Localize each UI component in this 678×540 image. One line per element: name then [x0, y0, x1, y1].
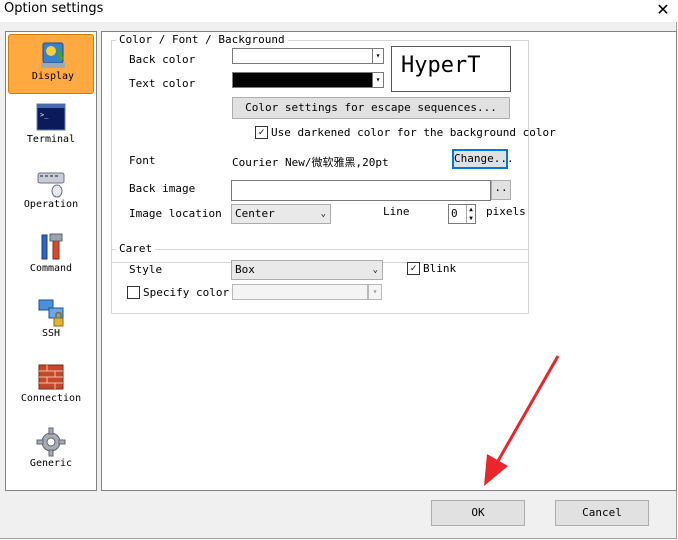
terminal-icon: >_: [36, 103, 66, 131]
sidebar-item-label: Connection: [20, 393, 82, 404]
check-icon: ✓: [258, 127, 265, 138]
sidebar-item-generic[interactable]: Generic: [7, 422, 95, 482]
back-image-input[interactable]: [231, 180, 491, 201]
font-preview: HyperT: [391, 46, 511, 92]
text-color-label: Text color: [129, 77, 196, 90]
darken-checkbox[interactable]: ✓: [255, 126, 268, 139]
ok-button[interactable]: OK: [431, 500, 525, 526]
sidebar-item-terminal[interactable]: >_ Terminal: [7, 98, 95, 158]
back-image-label: Back image: [129, 182, 196, 195]
darken-checkbox-label: Use darkened color for the background co…: [271, 126, 556, 139]
firewall-icon: [38, 364, 64, 390]
mouse-icon: [37, 172, 65, 198]
blink-checkbox[interactable]: ✓: [407, 262, 420, 275]
preview-text: HyperT: [401, 53, 481, 78]
image-location-value: Center: [235, 207, 275, 220]
sidebar-item-command[interactable]: Command: [7, 227, 95, 287]
chevron-down-icon: ⌄: [372, 265, 378, 275]
svg-text:>_: >_: [40, 111, 49, 119]
caret-style-label: Style: [129, 263, 163, 276]
line-spinner[interactable]: 0 ▲ ▼: [448, 204, 476, 224]
caret-color-picker[interactable]: [232, 284, 368, 300]
specify-color-checkbox[interactable]: [127, 286, 140, 299]
chevron-down-icon[interactable]: ▾: [372, 48, 384, 64]
back-color-picker[interactable]: [232, 48, 374, 64]
font-value: Courier New/微软雅黑,20pt: [232, 156, 389, 169]
chevron-down-icon[interactable]: ▾: [372, 72, 384, 88]
ssh-network-icon: [38, 299, 64, 327]
gear-icon: [36, 427, 66, 457]
sidebar-item-ssh[interactable]: SSH: [7, 292, 95, 352]
check-icon: ✓: [410, 263, 417, 274]
chevron-down-icon[interactable]: ▾: [368, 284, 382, 300]
sidebar-item-label: SSH: [41, 328, 61, 339]
sidebar-item-label: Display: [31, 71, 75, 82]
browse-button[interactable]: ..: [491, 180, 511, 200]
font-label: Font: [129, 154, 156, 167]
window-title: Option settings: [4, 1, 104, 16]
caret-style-value: Box: [235, 263, 255, 276]
title-bar: Option settings ✕: [0, 0, 678, 22]
pixels-label: pixels: [486, 205, 526, 218]
sidebar-item-operation[interactable]: Operation: [7, 163, 95, 223]
specify-color-label: Specify color: [143, 286, 230, 299]
category-sidebar: Display >_ Terminal Operation Command SS…: [5, 31, 97, 491]
sidebar-item-label: Generic: [29, 458, 73, 469]
sidebar-item-connection[interactable]: Connection: [7, 357, 95, 417]
sidebar-item-label: Operation: [23, 199, 79, 210]
spinner-arrows-icon[interactable]: ▲ ▼: [466, 205, 475, 223]
sidebar-item-label: Terminal: [26, 134, 76, 145]
change-font-button[interactable]: Change...: [452, 149, 514, 169]
image-location-select[interactable]: Center ⌄: [231, 204, 331, 224]
caret-group: Caret: [111, 242, 529, 314]
line-value: 0: [451, 207, 458, 220]
line-label: Line: [383, 205, 410, 218]
text-color-picker[interactable]: [232, 72, 374, 88]
tools-icon: [41, 233, 63, 260]
display-icon: [41, 42, 65, 68]
caret-style-select[interactable]: Box ⌄: [231, 260, 383, 280]
close-icon[interactable]: ✕: [652, 0, 674, 21]
annotation-arrow: [484, 355, 560, 486]
chevron-down-icon: ⌄: [320, 209, 326, 219]
group-legend: Caret: [116, 242, 156, 255]
image-location-label: Image location: [129, 207, 222, 220]
sidebar-item-display[interactable]: Display: [8, 34, 94, 94]
group-legend: Color / Font / Background: [116, 33, 288, 46]
escape-colors-button[interactable]: Color settings for escape sequences...: [232, 97, 510, 119]
cancel-button[interactable]: Cancel: [555, 500, 649, 526]
settings-panel: Color / Font / Background Back color ▾ T…: [101, 31, 677, 491]
blink-label: Blink: [423, 262, 457, 275]
sidebar-item-label: Command: [29, 263, 73, 274]
back-color-label: Back color: [129, 53, 196, 66]
